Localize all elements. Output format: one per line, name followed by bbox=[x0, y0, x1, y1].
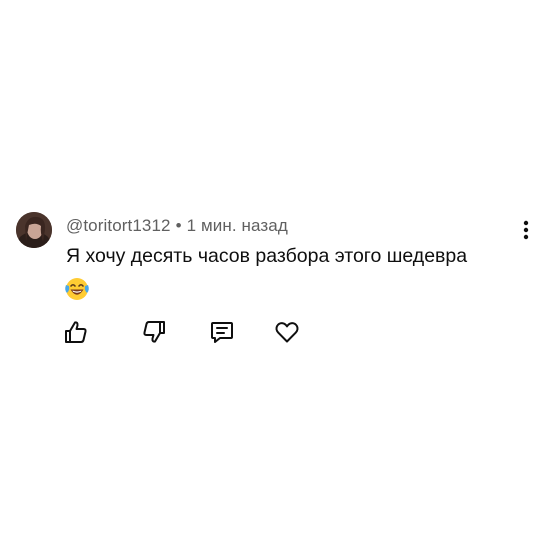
avatar[interactable] bbox=[16, 212, 52, 248]
more-vertical-icon[interactable] bbox=[516, 216, 536, 244]
thumbs-down-icon bbox=[143, 321, 165, 343]
heart-icon bbox=[275, 322, 299, 343]
avatar-image bbox=[16, 212, 52, 248]
heart-button[interactable] bbox=[273, 318, 301, 346]
comment-header: @toritort1312 • 1 мин. назад bbox=[66, 216, 288, 236]
timestamp[interactable]: 1 мин. назад bbox=[187, 216, 288, 235]
dislike-button[interactable] bbox=[140, 318, 168, 346]
thumbs-up-icon bbox=[65, 321, 87, 343]
laughing-with-tears-emoji bbox=[64, 276, 90, 302]
comment-item: @toritort1312 • 1 мин. назад Я хочу десять… bbox=[0, 0, 560, 560]
separator: • bbox=[175, 216, 182, 235]
like-button[interactable] bbox=[62, 318, 90, 346]
reply-button[interactable] bbox=[208, 318, 236, 346]
reply-comment-icon bbox=[211, 322, 233, 343]
author-name[interactable]: @toritort1312 bbox=[66, 216, 171, 235]
comment-text: Я хочу десять часов разбора этого шедевр… bbox=[66, 245, 468, 267]
